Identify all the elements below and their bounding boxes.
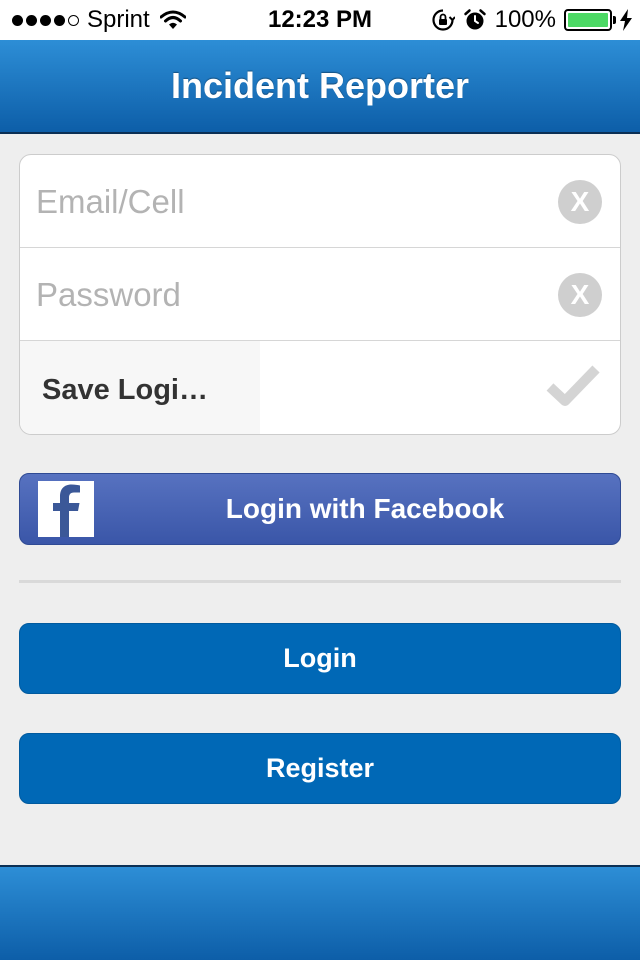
- password-field[interactable]: [36, 248, 556, 341]
- facebook-button-label: Login with Facebook: [225, 493, 505, 524]
- signal-dot: [12, 14, 23, 26]
- password-row: X: [20, 248, 620, 341]
- clear-email-button[interactable]: X: [558, 180, 602, 224]
- carrier-name: Sprint: [87, 6, 150, 33]
- save-login-toggle[interactable]: Save Logi…: [20, 341, 620, 434]
- orientation-lock-icon: [432, 9, 455, 31]
- email-field[interactable]: [36, 155, 556, 248]
- signal-strength-icon: [12, 14, 79, 26]
- register-button[interactable]: Register: [19, 733, 621, 804]
- bottom-toolbar: [0, 865, 640, 960]
- battery-icon: [564, 9, 616, 31]
- navigation-bar: Incident Reporter: [0, 40, 640, 134]
- status-bar: Sprint 12:23 PM 100%: [0, 0, 640, 40]
- signal-dot-empty: [68, 14, 79, 26]
- status-left: Sprint: [12, 0, 186, 40]
- clear-icon: X: [570, 279, 590, 310]
- signal-dot: [26, 14, 37, 26]
- save-login-label-cell: Save Logi…: [20, 341, 260, 434]
- checkmark-icon: [546, 365, 600, 406]
- login-button[interactable]: Login: [19, 623, 621, 694]
- battery-percent: 100%: [494, 6, 556, 33]
- email-row: X: [20, 155, 620, 248]
- signal-dot: [54, 14, 65, 26]
- signal-dot: [40, 14, 51, 26]
- clear-icon: X: [570, 186, 590, 217]
- login-form: X X Save Logi…: [19, 154, 621, 435]
- facebook-logo-icon: [38, 481, 94, 537]
- divider: [19, 580, 621, 583]
- charging-bolt-icon: [620, 9, 632, 31]
- battery-fill: [568, 13, 608, 27]
- login-with-facebook-button[interactable]: Login with Facebook: [19, 473, 621, 545]
- page-title: Incident Reporter: [170, 65, 470, 106]
- alarm-icon: [463, 9, 486, 30]
- status-right: 100%: [431, 0, 632, 40]
- save-login-label: Save Logi…: [42, 374, 208, 406]
- clear-password-button[interactable]: X: [558, 273, 602, 317]
- wifi-icon: [159, 10, 186, 29]
